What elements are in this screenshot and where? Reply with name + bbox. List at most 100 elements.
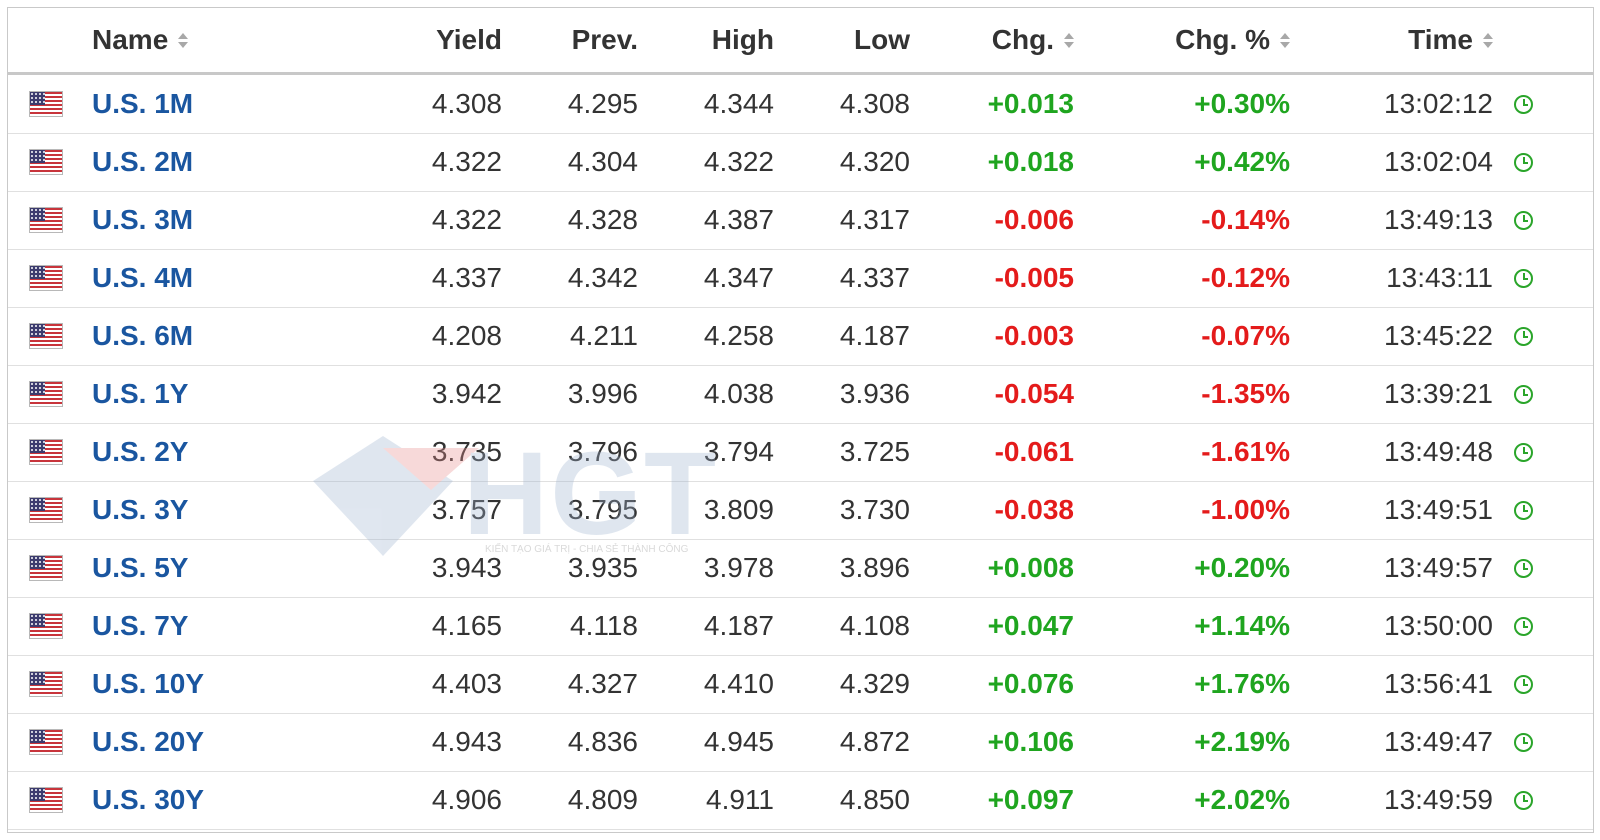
clock-icon bbox=[1514, 655, 1544, 713]
change-value: +0.097 bbox=[987, 784, 1074, 815]
high-value: 4.911 bbox=[706, 784, 774, 815]
time-value: 13:49:59 bbox=[1384, 784, 1493, 815]
high-value: 4.038 bbox=[703, 378, 774, 409]
instrument-name-link[interactable]: U.S. 3M bbox=[92, 204, 193, 236]
table-row: U.S. 6M 4.208 4.211 4.258 4.187 -0.003 -… bbox=[8, 307, 1593, 366]
low-value: 4.850 bbox=[839, 784, 910, 815]
sort-icon bbox=[178, 32, 189, 48]
high-value: 4.387 bbox=[703, 204, 774, 235]
high-value: 4.344 bbox=[703, 88, 774, 119]
clock-icon bbox=[1514, 771, 1544, 829]
instrument-name-link[interactable]: U.S. 5Y bbox=[92, 552, 188, 584]
prev-value: 4.342 bbox=[567, 262, 638, 293]
instrument-name-link[interactable]: U.S. 1Y bbox=[92, 378, 188, 410]
table-row: U.S. 30Y 4.906 4.809 4.911 4.850 +0.097 … bbox=[8, 771, 1593, 830]
header-name-sortable[interactable]: Name bbox=[92, 8, 392, 72]
prev-value: 3.996 bbox=[567, 378, 638, 409]
bond-yields-table: Name Yield Prev. High Low Chg. Chg. % Ti… bbox=[7, 7, 1594, 833]
time-value: 13:56:41 bbox=[1384, 668, 1493, 699]
time-value: 13:43:11 bbox=[1386, 262, 1493, 293]
low-value: 3.936 bbox=[839, 378, 910, 409]
prev-value: 4.328 bbox=[567, 204, 638, 235]
instrument-name-link[interactable]: U.S. 2Y bbox=[92, 436, 188, 468]
us-flag-icon bbox=[29, 75, 69, 133]
us-flag-icon bbox=[29, 655, 69, 713]
instrument-name-link[interactable]: U.S. 4M bbox=[92, 262, 193, 294]
clock-icon bbox=[1514, 713, 1544, 771]
instrument-name-link[interactable]: U.S. 1M bbox=[92, 88, 193, 120]
high-value: 4.187 bbox=[703, 610, 774, 641]
change-percent-value: +2.02% bbox=[1194, 784, 1290, 815]
change-value: +0.047 bbox=[987, 610, 1074, 641]
header-chg-sortable[interactable]: Chg. bbox=[928, 8, 1074, 72]
time-value: 13:02:12 bbox=[1384, 88, 1493, 119]
instrument-name-link[interactable]: U.S. 3Y bbox=[92, 494, 188, 526]
us-flag-icon bbox=[29, 539, 69, 597]
us-flag-icon bbox=[29, 133, 69, 191]
change-percent-value: -1.35% bbox=[1201, 378, 1290, 409]
prev-value: 3.935 bbox=[567, 552, 638, 583]
prev-value: 4.836 bbox=[567, 726, 638, 757]
change-percent-value: +0.42% bbox=[1194, 146, 1290, 177]
time-value: 13:49:51 bbox=[1384, 494, 1493, 525]
low-value: 3.896 bbox=[839, 552, 910, 583]
table-row: U.S. 20Y 4.943 4.836 4.945 4.872 +0.106 … bbox=[8, 713, 1593, 772]
yield-value: 3.735 bbox=[431, 436, 502, 467]
header-time-sortable[interactable]: Time bbox=[1338, 8, 1493, 72]
high-value: 4.347 bbox=[703, 262, 774, 293]
high-value: 3.978 bbox=[703, 552, 774, 583]
instrument-name-link[interactable]: U.S. 6M bbox=[92, 320, 193, 352]
change-value: +0.018 bbox=[987, 146, 1074, 177]
header-low: Low bbox=[854, 24, 910, 55]
change-percent-value: -1.00% bbox=[1201, 494, 1290, 525]
header-high: High bbox=[711, 24, 774, 55]
clock-icon bbox=[1514, 307, 1544, 365]
change-percent-value: -0.12% bbox=[1201, 262, 1290, 293]
instrument-name-link[interactable]: U.S. 20Y bbox=[92, 726, 204, 758]
change-percent-value: +1.14% bbox=[1194, 610, 1290, 641]
header-yield: Yield bbox=[436, 24, 502, 55]
prev-value: 3.795 bbox=[567, 494, 638, 525]
yield-value: 4.208 bbox=[431, 320, 502, 351]
low-value: 4.329 bbox=[839, 668, 910, 699]
change-percent-value: -0.14% bbox=[1201, 204, 1290, 235]
change-value: +0.076 bbox=[987, 668, 1074, 699]
table-row: U.S. 2Y 3.735 3.796 3.794 3.725 -0.061 -… bbox=[8, 423, 1593, 482]
yield-value: 4.165 bbox=[431, 610, 502, 641]
prev-value: 4.211 bbox=[570, 320, 638, 351]
time-value: 13:49:47 bbox=[1384, 726, 1493, 757]
low-value: 4.187 bbox=[839, 320, 910, 351]
low-value: 3.725 bbox=[839, 436, 910, 467]
header-time-label: Time bbox=[1408, 24, 1473, 55]
us-flag-icon bbox=[29, 713, 69, 771]
yield-value: 4.308 bbox=[431, 88, 502, 119]
high-value: 4.410 bbox=[703, 668, 774, 699]
instrument-name-link[interactable]: U.S. 30Y bbox=[92, 784, 204, 816]
yield-value: 4.337 bbox=[431, 262, 502, 293]
header-chg-label: Chg. bbox=[991, 24, 1054, 55]
change-value: -0.054 bbox=[994, 378, 1074, 409]
prev-value: 4.295 bbox=[567, 88, 638, 119]
instrument-name-link[interactable]: U.S. 2M bbox=[92, 146, 193, 178]
header-chg-pct-sortable[interactable]: Chg. % bbox=[1108, 8, 1290, 72]
yield-value: 4.943 bbox=[431, 726, 502, 757]
change-percent-value: -1.61% bbox=[1201, 436, 1290, 467]
instrument-name-link[interactable]: U.S. 10Y bbox=[92, 668, 204, 700]
prev-value: 4.118 bbox=[570, 610, 638, 641]
table-row: U.S. 7Y 4.165 4.118 4.187 4.108 +0.047 +… bbox=[8, 597, 1593, 656]
table-row: U.S. 1Y 3.942 3.996 4.038 3.936 -0.054 -… bbox=[8, 365, 1593, 424]
instrument-name-link[interactable]: U.S. 7Y bbox=[92, 610, 188, 642]
sort-icon bbox=[1280, 32, 1290, 48]
header-chg-pct-label: Chg. % bbox=[1175, 24, 1270, 55]
table-row: U.S. 3Y 3.757 3.795 3.809 3.730 -0.038 -… bbox=[8, 481, 1593, 540]
table-row: U.S. 2M 4.322 4.304 4.322 4.320 +0.018 +… bbox=[8, 133, 1593, 192]
change-percent-value: -0.07% bbox=[1201, 320, 1290, 351]
time-value: 13:45:22 bbox=[1384, 320, 1493, 351]
time-value: 13:49:48 bbox=[1384, 436, 1493, 467]
prev-value: 4.327 bbox=[567, 668, 638, 699]
time-value: 13:39:21 bbox=[1384, 378, 1493, 409]
change-value: +0.008 bbox=[987, 552, 1074, 583]
low-value: 4.872 bbox=[839, 726, 910, 757]
clock-icon bbox=[1514, 133, 1544, 191]
clock-icon bbox=[1514, 423, 1544, 481]
